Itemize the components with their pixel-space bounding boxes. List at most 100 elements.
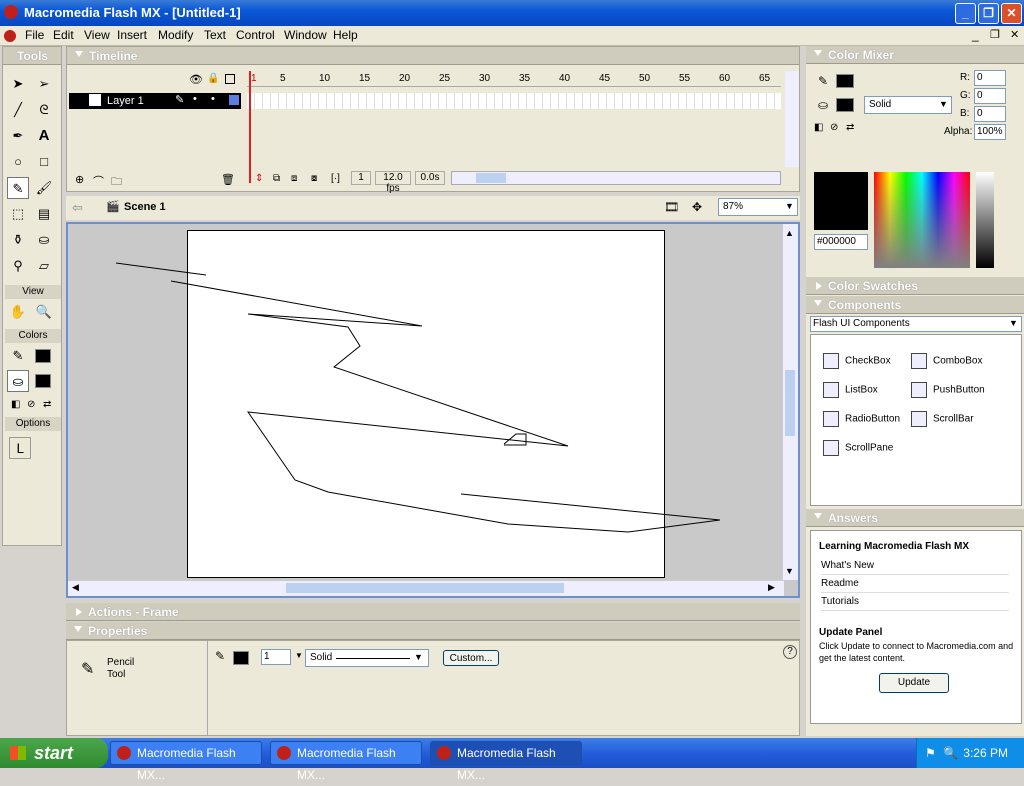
timeline-hscroll-thumb[interactable] [476,173,506,183]
zoom-tool-icon[interactable]: 🔍 [33,301,55,323]
lock-layers-icon[interactable]: 🔒 [207,73,219,84]
listbox-component[interactable]: ListBox [823,382,878,398]
frame-ruler[interactable]: 1 5 10 15 20 25 30 35 40 45 50 55 60 65 [247,71,781,87]
start-button[interactable]: start [0,738,108,768]
color-mixer-header[interactable]: Color Mixer [806,46,1024,64]
chevron-down-icon[interactable]: ▼ [1009,318,1018,328]
edit-scene-icon[interactable]: 🎞 [664,200,679,214]
stroke-size-chevron-icon[interactable]: ▼ [295,651,303,660]
menu-insert[interactable]: Insert [113,28,151,42]
menu-window[interactable]: Window [280,28,331,42]
paint-bucket-tool-icon[interactable]: ⛀ [33,229,55,251]
answers-header[interactable]: Answers [806,509,1024,527]
oval-tool-icon[interactable]: ○ [7,151,29,173]
taskbar-item-3[interactable]: Macromedia Flash MX... [430,741,582,782]
document-icon[interactable] [4,30,16,42]
taskbar-item-1[interactable]: Macromedia Flash MX... [110,741,262,782]
stroke-size-input[interactable]: 1 [261,649,291,665]
pen-tool-icon[interactable]: ✒ [7,125,29,147]
menu-file[interactable]: File [21,28,48,42]
alpha-input[interactable]: 100% [974,124,1006,140]
pencil-mode-straighten-icon[interactable]: ᒪ [9,437,31,459]
menu-view[interactable]: View [80,28,114,42]
brightness-slider[interactable] [976,172,994,268]
help-icon[interactable]: ? [783,645,797,659]
pencil-strokes[interactable] [68,224,784,580]
component-set-select[interactable]: Flash UI Components ▼ [810,316,1022,332]
doc-minimize-icon[interactable]: _ [972,28,979,42]
layer-lock-dot[interactable]: • [211,93,215,105]
stage-hscroll-thumb[interactable] [286,583,564,593]
stroke-color-swatch[interactable] [233,651,249,665]
layer-visible-dot[interactable]: • [193,93,197,105]
fill-style-select[interactable]: Solid ▼ [864,96,952,114]
timeline-header[interactable]: Timeline [67,47,799,65]
timeline-vscroll[interactable] [785,71,799,167]
chevron-down-icon[interactable]: ▼ [414,652,423,662]
color-spectrum[interactable] [874,172,970,268]
outline-layers-icon[interactable] [225,74,235,84]
rectangle-tool-icon[interactable]: □ [33,151,55,173]
scene-name[interactable]: Scene 1 [124,201,166,213]
scroll-up-icon[interactable]: ▲ [785,228,794,238]
actions-panel-header[interactable]: Actions - Frame [66,603,800,621]
stage-area[interactable]: ▲ ▼ ◀ ▶ [66,222,800,598]
layer-outline-color[interactable] [229,95,239,105]
tray-search-icon[interactable]: 🔍 [943,738,958,768]
stage-vscroll[interactable]: ▲ ▼ [782,224,798,580]
components-header[interactable]: Components [806,296,1024,314]
menu-control[interactable]: Control [232,28,279,42]
stroke-color-swatch[interactable] [35,349,51,363]
minimize-button[interactable]: _ [955,3,976,24]
menu-edit[interactable]: Edit [49,28,78,42]
ink-bottle-tool-icon[interactable]: ⚱ [7,229,29,251]
hex-input[interactable]: #000000 [814,234,868,250]
checkbox-component[interactable]: CheckBox [823,353,891,369]
layer-row[interactable]: Layer 1 ✎ • • [69,93,241,109]
swap-colors-icon[interactable]: ⇄ [43,399,51,410]
chevron-down-icon[interactable]: ▼ [785,201,794,211]
scrollbar-component[interactable]: ScrollBar [911,411,974,427]
menu-modify[interactable]: Modify [154,28,197,42]
eyedropper-tool-icon[interactable]: ⚲ [7,255,29,277]
onion-skin-icon[interactable]: ⧉ [273,173,280,184]
properties-panel-header[interactable]: Properties [66,622,800,640]
tutorials-link[interactable]: Tutorials [821,593,1009,611]
back-arrow-icon[interactable]: ⇦ [72,200,83,216]
eraser-tool-icon[interactable]: ▱ [33,255,55,277]
mixer-no-color-icon[interactable]: ⊘ [830,122,838,133]
fill-transform-tool-icon[interactable]: ▤ [33,203,55,225]
no-color-icon[interactable]: ⊘ [27,399,35,410]
free-transform-tool-icon[interactable]: ⬚ [7,203,29,225]
custom-button[interactable]: Custom... [443,650,499,666]
insert-layer-folder-icon[interactable]: 🗀 [111,173,122,192]
insert-layer-icon[interactable]: ⊕ [75,173,84,186]
center-frame-icon[interactable]: ⇕ [255,173,263,184]
arrow-tool-icon[interactable]: ➤ [7,73,29,95]
stroke-style-select[interactable]: Solid ▼ [305,649,429,667]
readme-link[interactable]: Readme [821,575,1009,593]
maximize-button[interactable]: ❐ [978,3,999,24]
scroll-down-icon[interactable]: ▼ [785,566,794,576]
doc-close-icon[interactable]: ✕ [1010,28,1019,41]
green-input[interactable]: 0 [974,88,1006,104]
add-motion-guide-icon[interactable]: ⌒ [93,173,104,189]
scroll-left-icon[interactable]: ◀ [72,582,79,593]
edit-multiple-frames-icon[interactable]: ⧇ [311,173,317,184]
whats-new-link[interactable]: What's New [821,557,1009,575]
stage-hscroll[interactable]: ◀ ▶ [68,580,784,596]
zoom-select[interactable]: 87% ▼ [718,198,798,216]
hand-tool-icon[interactable]: ✋ [7,301,29,323]
text-tool-icon[interactable]: A [33,125,55,147]
default-colors-icon[interactable]: ◧ [11,399,20,410]
menu-text[interactable]: Text [200,28,230,42]
red-input[interactable]: 0 [974,70,1006,86]
color-swatches-header[interactable]: Color Swatches [806,277,1024,295]
onion-skin-outlines-icon[interactable]: ⧈ [291,173,297,184]
brush-tool-icon[interactable]: 🖌 [33,177,55,199]
tray-network-icon[interactable]: ⚑ [925,738,936,768]
menu-help[interactable]: Help [329,28,362,42]
mixer-stroke-swatch[interactable] [836,74,854,88]
doc-restore-icon[interactable]: ❐ [990,28,1000,41]
scrollpane-component[interactable]: ScrollPane [823,440,893,456]
